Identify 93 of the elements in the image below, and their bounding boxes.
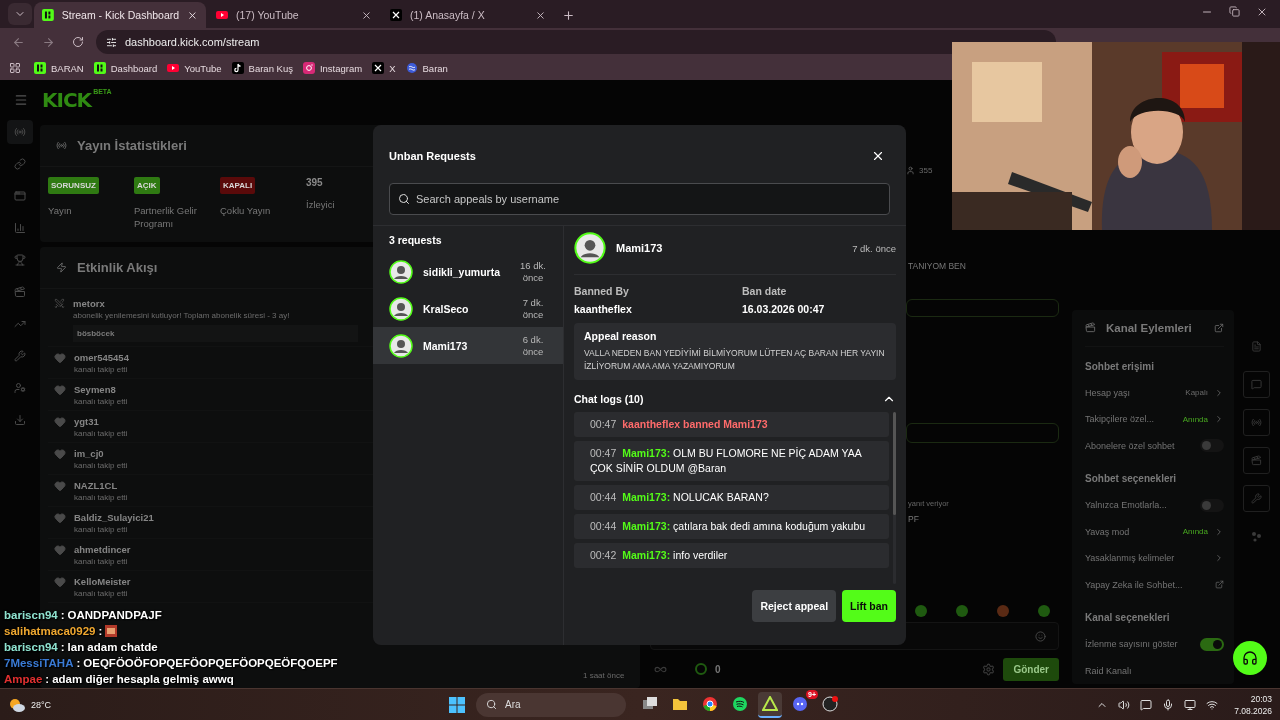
section-title: Sohbet erişimi xyxy=(1085,359,1155,374)
clock-date: 7.08.2026 xyxy=(1234,705,1272,716)
feed-event-text: kanalı takip etti xyxy=(74,397,128,406)
browser-tab[interactable]: Stream - Kick Dashboard xyxy=(34,2,206,28)
bookmark-link[interactable]: Baran xyxy=(405,62,448,74)
status-badge: SORUNSUZ xyxy=(48,177,99,194)
feed-event-text: kanalı takip etti xyxy=(74,525,128,534)
chat-log-entry: 00:44 Mami173: NOLUCAK BARAN? xyxy=(574,485,889,510)
chat-logs-toggle[interactable]: Chat logs (10) xyxy=(574,380,896,412)
setting-label[interactable]: Raid Kanalı xyxy=(1085,665,1224,676)
banned-by-value: kaantheflex xyxy=(574,303,633,315)
feed-username: Baldiz_Sulayici21 xyxy=(74,512,154,523)
feed-message: bösböcek xyxy=(73,325,358,342)
chat-message: PF xyxy=(907,514,920,524)
reason-text: VALLA NEDEN BAN YEDİYİMİ BİLMİYORUM LÜTFEN AÇ BARAN HER YAYIN İZLİYORUM AMA AMA YAZAMIYORUM xyxy=(584,347,886,373)
bookmark-link[interactable]: Dashboard xyxy=(93,62,158,74)
status-badge: KAPALI xyxy=(220,177,256,194)
feed-event-text: kanalı takip etti xyxy=(74,557,128,566)
search-field[interactable]: Search appeals by username xyxy=(389,183,890,215)
setting-label[interactable]: Yavaş mod xyxy=(1085,526,1177,537)
setting-label[interactable]: Yasaklanmış kelimeler xyxy=(1085,553,1208,564)
lift-ban-button[interactable]: Lift ban xyxy=(842,590,896,622)
reason-title: Appeal reason xyxy=(584,330,658,342)
status-badge: AÇIK xyxy=(134,177,160,194)
feed-event-text: abonelik yenilemesini kutluyor! Toplam abonelik süresi - 3 ay! xyxy=(73,311,290,320)
setting-label[interactable]: Yapay Zeka ile Sohbet... xyxy=(1085,579,1209,590)
feed-event-text: kanalı takip etti xyxy=(74,589,128,598)
card-title: Yayın İstatistikleri xyxy=(77,138,187,153)
request-item[interactable]: sidikli_yumurta 16 dk. önce xyxy=(373,253,563,290)
taskbar-search[interactable]: Ara xyxy=(476,692,626,717)
viewer-count: 355 xyxy=(919,166,933,175)
stat-label: Partnerlik Gelir Programı xyxy=(134,204,198,230)
overlay-chat-line: 7MessiTAHA : OEQFÖOÖFOPQEFÖOPQEFÖOPQEÖFQOEPF xyxy=(4,655,338,670)
clock-time: 20:03 xyxy=(1250,693,1272,704)
overlay-chat-line: bariscn94 : OANDPANDPAJF xyxy=(4,607,163,622)
ban-date-value: 16.03.2026 00:47 xyxy=(742,303,826,315)
card-title: Etkinlik Akışı xyxy=(77,260,158,275)
overlay-chat-line: salihatmaca0929 : xyxy=(4,623,338,638)
feed-username: NAZL1CL xyxy=(74,480,118,491)
bookmark-link[interactable]: Baran Kuş xyxy=(231,62,293,74)
setting-value: Anında xyxy=(1182,414,1208,424)
setting-label[interactable]: Hesap yaşı xyxy=(1085,387,1180,398)
setting-label[interactable]: Takipçilere özel... xyxy=(1085,414,1177,425)
request-count: 3 requests xyxy=(388,233,443,248)
feed-username: KelloMeister xyxy=(74,576,131,587)
appeal-time: 7 dk. önce xyxy=(852,242,896,254)
viewer-count: 395 xyxy=(306,177,323,188)
feed-event-text: kanalı takip etti xyxy=(74,365,128,374)
points-count: 0 xyxy=(715,663,721,675)
weather-temperature: 28°C xyxy=(31,699,52,710)
chat-message: TANIYOM BEN xyxy=(907,261,967,271)
bookmark-link[interactable]: X xyxy=(372,62,396,74)
chat-log-entry: 00:47 Mami173: OLM BU FLOMORE NE PİÇ ADAM YAA ÇOK SİNİR OLDUM @Baran xyxy=(574,441,889,481)
overlay-chat-line: Ampae : adam diğer hesapla gelmiş awwq xyxy=(4,671,235,686)
reject-button[interactable]: Reject appeal xyxy=(752,590,837,622)
section-title: Sohbet seçenekleri xyxy=(1085,472,1178,487)
stat-label: İzleyici xyxy=(306,198,335,211)
bookmark-link[interactable]: YouTube xyxy=(167,62,222,74)
setting-label[interactable]: Abonelere özel sohbet xyxy=(1085,440,1194,451)
feed-event-text: kanalı takip etti xyxy=(74,429,128,438)
chat-log-entry: 00:42 Mami173: info verdiler xyxy=(574,543,889,568)
stat-label: Yayın xyxy=(48,204,72,217)
send-button[interactable]: Gönder xyxy=(1003,657,1059,681)
setting-value: Anında xyxy=(1182,527,1208,537)
dialog-title: Unban Requests xyxy=(389,150,476,162)
request-item[interactable]: KralSeco 7 dk. önce xyxy=(373,290,563,327)
feed-event-text: kanalı takip etti xyxy=(74,493,128,502)
panel-title: Kanal Eylemleri xyxy=(1106,321,1193,334)
appeal-username: Mami173 xyxy=(616,242,664,254)
feed-username: ygt31 xyxy=(74,416,99,427)
field-label: Ban date xyxy=(742,285,788,297)
stat-label: Çoklu Yayın xyxy=(220,204,271,217)
chat-log-entry: 00:44 Mami173: çatılara bak dedi amına koduğum yakubu xyxy=(574,514,889,539)
request-item[interactable]: Mami173 6 dk. önce xyxy=(373,327,563,364)
overlay-chat-line: bariscn94 : lan adam chatde xyxy=(4,639,159,654)
feed-username: metorx xyxy=(73,298,105,309)
setting-label[interactable]: İzlenme sayısını göster xyxy=(1085,639,1194,650)
address-field[interactable]: dashboard.kick.com/stream xyxy=(96,30,1056,54)
field-label: Banned By xyxy=(574,285,630,297)
browser-tab[interactable]: (1) Anasayfa / X xyxy=(382,2,554,28)
setting-value: Kapalı xyxy=(1185,388,1208,398)
bookmark-link[interactable]: Instagram xyxy=(302,62,363,74)
feed-username: im_cj0 xyxy=(74,448,104,459)
feed-username: Seymen8 xyxy=(74,384,116,395)
feed-event-text: kanalı takip etti xyxy=(74,461,128,470)
feed-username: ahmetdincer xyxy=(74,544,131,555)
section-title: Kanal seçenekleri xyxy=(1085,611,1171,625)
feed-username: omer545454 xyxy=(74,352,129,363)
chat-log-entry: 00:47 kaantheflex banned Mami173 xyxy=(574,412,889,437)
feed-time: 1 saat önce xyxy=(583,671,625,680)
bookmark-link[interactable]: BARAN xyxy=(34,62,84,74)
setting-label[interactable]: Yalnızca Emotlarla... xyxy=(1085,500,1194,511)
browser-tab[interactable]: (17) YouTube xyxy=(208,2,380,28)
